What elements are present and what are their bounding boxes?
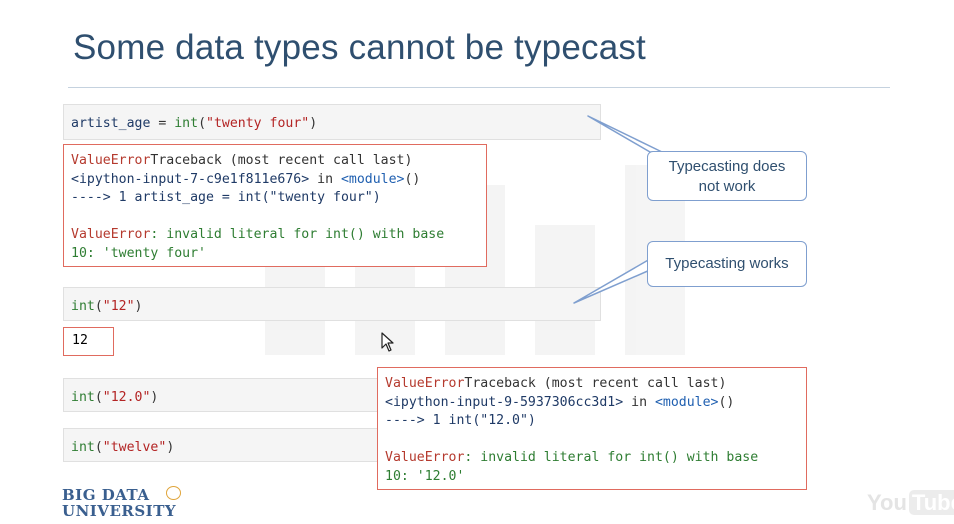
- callout-line-1: Typecasting does: [668, 158, 786, 175]
- youtube-tube: Tube: [908, 490, 954, 515]
- cell-2-output: 12: [63, 327, 114, 356]
- code-open-paren: (: [94, 390, 103, 405]
- traceback-in: in: [623, 394, 655, 410]
- code-close-paren: ): [309, 116, 318, 131]
- module-ref: <module>: [340, 171, 405, 187]
- code-string: "twenty four": [206, 116, 310, 131]
- code-close-paren: ): [166, 440, 175, 455]
- error-output-2: ValueErrorTraceback (most recent call la…: [377, 367, 807, 490]
- slide-title: Some data types cannot be typecast: [73, 28, 646, 67]
- logo-line-2: UNIVERSITY: [62, 502, 177, 520]
- code-open-paren: (: [198, 116, 207, 131]
- error-name: ValueError: [71, 227, 151, 242]
- traceback-in: in: [309, 171, 341, 187]
- code-cell-3[interactable]: int("12.0"): [63, 378, 383, 412]
- mouse-cursor-icon: [381, 332, 394, 352]
- code-operator: =: [150, 116, 175, 131]
- big-data-university-logo: BIG DATA UNIVERSITY: [62, 486, 181, 520]
- error-message: : invalid literal for int() with base: [464, 450, 759, 465]
- traceback-code: int("12.0"): [448, 413, 536, 428]
- callout-text: Typecasting works: [665, 255, 789, 272]
- error-output-1: ValueErrorTraceback (most recent call la…: [63, 144, 487, 267]
- code-string: "12": [102, 299, 135, 314]
- output-value: 12: [72, 333, 88, 348]
- traceback-header: Traceback (most recent call last): [464, 376, 727, 391]
- module-paren: (): [404, 171, 421, 187]
- callout-typecasting-works: Typecasting works: [647, 241, 807, 287]
- callout-typecasting-does-not-work: Typecasting does not work: [647, 151, 807, 201]
- code-close-paren: ): [150, 390, 159, 405]
- error-message-cont: 10: '12.0': [385, 468, 465, 484]
- traceback-arrow: ----> 1: [71, 190, 135, 205]
- traceback-header: Traceback (most recent call last): [150, 153, 413, 168]
- code-cell-1[interactable]: artist_age = int("twenty four"): [63, 104, 601, 140]
- ipython-input-ref: <ipython-input-9-5937306cc3d1>: [385, 394, 624, 410]
- error-name: ValueError: [71, 153, 151, 168]
- callout-line-2: not work: [698, 178, 756, 195]
- code-string: "twelve": [102, 440, 167, 455]
- code-string: "12.0": [102, 390, 151, 405]
- error-name: ValueError: [385, 450, 465, 465]
- youtube-you: You: [867, 490, 907, 515]
- code-var: artist_age: [71, 116, 151, 131]
- code-open-paren: (: [94, 299, 103, 314]
- traceback-arrow: ----> 1: [385, 413, 449, 428]
- logo-line-1: BIG DATA: [62, 486, 150, 504]
- ipython-input-ref: <ipython-input-7-c9e1f811e676>: [71, 171, 310, 187]
- code-func: int: [71, 440, 95, 455]
- module-paren: (): [718, 394, 735, 410]
- title-divider: [68, 87, 890, 88]
- error-message-cont: 10: 'twenty four': [71, 245, 206, 261]
- code-cell-2[interactable]: int("12"): [63, 287, 601, 321]
- code-func: int: [71, 390, 95, 405]
- code-cell-4[interactable]: int("twelve"): [63, 428, 383, 462]
- code-func: int: [71, 299, 95, 314]
- code-open-paren: (: [94, 440, 103, 455]
- error-name: ValueError: [385, 376, 465, 391]
- traceback-code: artist_age = int("twenty four"): [134, 190, 381, 205]
- youtube-watermark[interactable]: YouTube: [867, 490, 954, 516]
- error-message: : invalid literal for int() with base: [150, 227, 445, 242]
- code-close-paren: ): [134, 299, 143, 314]
- module-ref: <module>: [654, 394, 719, 410]
- code-func: int: [174, 116, 199, 131]
- logo-badge-icon: [166, 486, 181, 500]
